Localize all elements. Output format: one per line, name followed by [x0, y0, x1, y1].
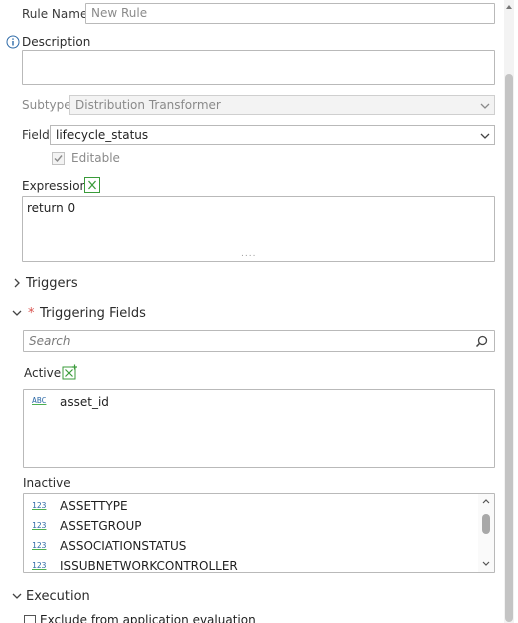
exclude-evaluation-label: Exclude from application evaluation: [40, 613, 256, 623]
rule-name-label: Rule Name: [22, 7, 88, 21]
scroll-down-icon[interactable]: [481, 560, 491, 568]
info-icon[interactable]: [6, 35, 20, 49]
triggers-header[interactable]: Triggers: [26, 276, 78, 292]
field-select[interactable]: lifecycle_status: [50, 125, 495, 145]
list-item[interactable]: ABC asset_id: [24, 392, 494, 410]
text-field-icon: ABC: [32, 396, 47, 405]
expression-editor[interactable]: return 0 ....: [22, 196, 495, 262]
panel-scrollbar[interactable]: [504, 0, 514, 623]
chevron-right-icon[interactable]: [11, 277, 23, 289]
subtype-select[interactable]: Distribution Transformer: [69, 95, 495, 115]
inactive-fields-list[interactable]: 123 ASSETTYPE 123 ASSETGROUP 123 ASSOCIA…: [23, 493, 495, 573]
rule-name-input[interactable]: New Rule: [85, 3, 495, 24]
inactive-field-name: ASSOCIATIONSTATUS: [60, 539, 187, 553]
numeric-field-icon: 123: [32, 561, 47, 570]
search-input[interactable]: Search: [23, 330, 495, 352]
checkmark-icon: [54, 155, 63, 163]
numeric-field-icon: 123: [32, 501, 47, 510]
description-label: Description: [22, 35, 91, 49]
rule-name-placeholder: New Rule: [91, 6, 148, 20]
editable-label: Editable: [71, 151, 120, 165]
expression-label: Expression: [22, 179, 88, 193]
editable-checkbox[interactable]: [52, 152, 65, 165]
list-item[interactable]: 123 ASSOCIATIONSTATUS: [24, 536, 476, 556]
subtype-value: Distribution Transformer: [75, 98, 221, 112]
active-field-name: asset_id: [60, 395, 109, 409]
chevron-down-icon[interactable]: [11, 307, 23, 319]
scroll-up-icon[interactable]: [481, 497, 491, 505]
field-label: Field: [22, 128, 50, 142]
expression-builder-icon[interactable]: [84, 177, 100, 193]
inactive-list-scroll-thumb[interactable]: [482, 514, 490, 534]
chevron-down-icon: [480, 133, 490, 139]
search-placeholder: Search: [29, 334, 71, 348]
triggering-fields-header[interactable]: Triggering Fields: [40, 306, 146, 322]
exclude-evaluation-checkbox[interactable]: [24, 615, 36, 623]
list-item[interactable]: 123 ASSETGROUP: [24, 516, 476, 536]
expression-code: return 0: [27, 201, 76, 215]
active-label: Active: [24, 366, 62, 380]
scroll-up-icon[interactable]: [505, 3, 513, 11]
inactive-field-name: ISSUBNETWORKCONTROLLER: [60, 559, 238, 573]
inactive-field-name: ASSETTYPE: [60, 499, 128, 513]
resize-grip[interactable]: ....: [241, 249, 256, 259]
add-field-icon[interactable]: [62, 364, 78, 381]
inactive-field-name: ASSETGROUP: [60, 519, 142, 533]
required-marker: *: [28, 306, 35, 321]
subtype-label: Subtype: [22, 98, 72, 112]
description-input[interactable]: [22, 50, 495, 85]
active-fields-list[interactable]: ABC asset_id: [23, 389, 495, 468]
chevron-down-icon: [480, 103, 490, 109]
inactive-list-scrollbar[interactable]: [478, 494, 494, 572]
panel-scroll-thumb[interactable]: [505, 74, 513, 622]
list-item[interactable]: 123 ISSUBNETWORKCONTROLLER: [24, 556, 476, 573]
list-item[interactable]: 123 ASSETTYPE: [24, 496, 476, 516]
chevron-down-icon[interactable]: [11, 590, 23, 602]
search-icon[interactable]: [475, 335, 488, 348]
inactive-label: Inactive: [23, 476, 71, 490]
numeric-field-icon: 123: [32, 521, 47, 530]
execution-header[interactable]: Execution: [26, 589, 90, 605]
field-value: lifecycle_status: [56, 128, 149, 142]
numeric-field-icon: 123: [32, 541, 47, 550]
